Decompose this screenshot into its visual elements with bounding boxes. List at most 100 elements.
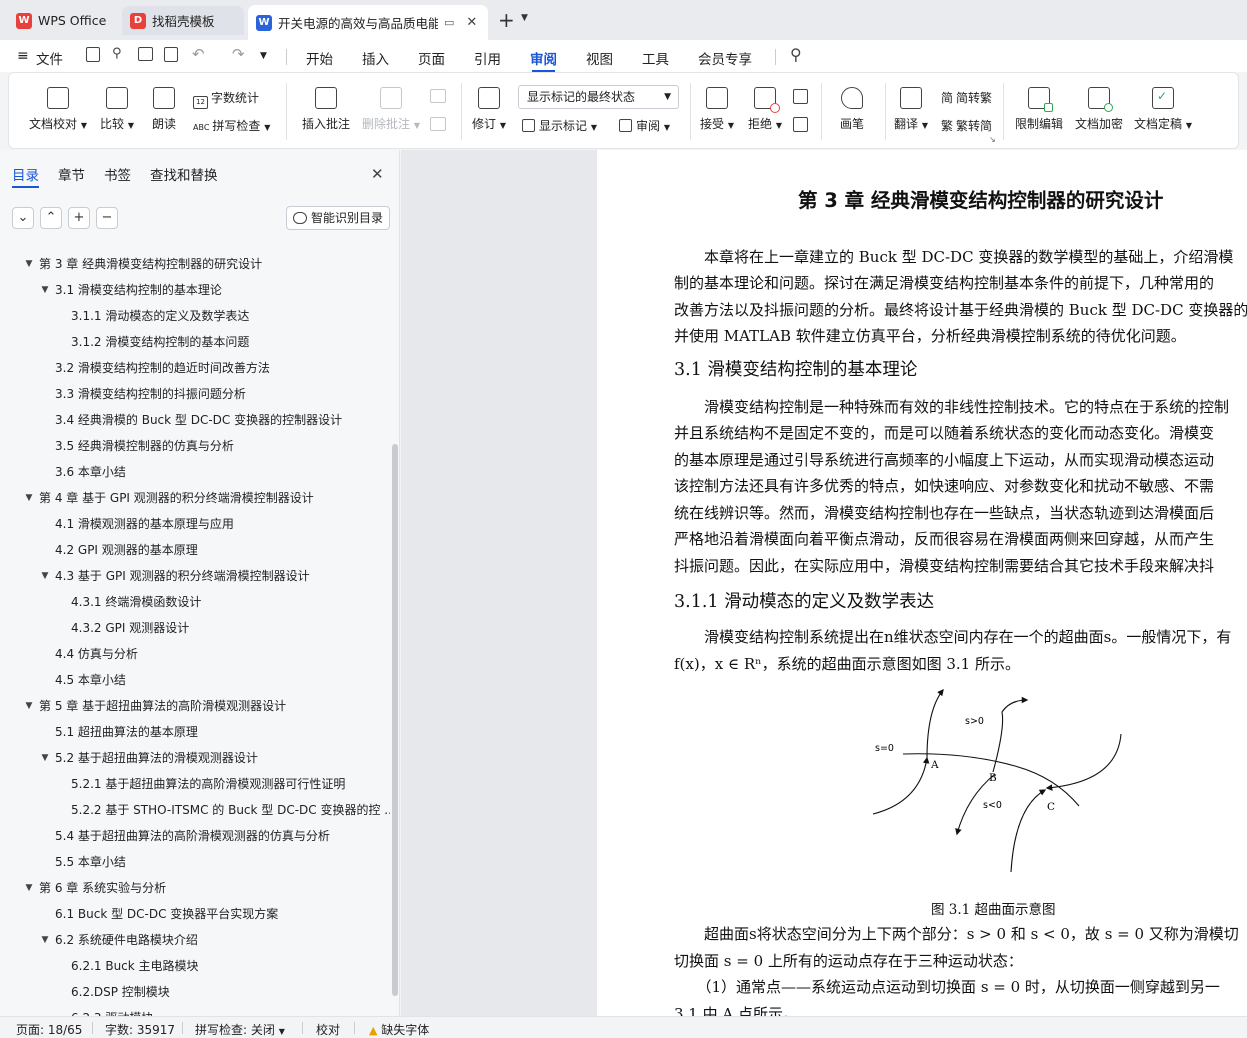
tab-find-replace[interactable]: 查找和替换 bbox=[150, 164, 218, 184]
tab-review[interactable]: 审阅 bbox=[530, 48, 557, 72]
tab-page[interactable]: 页面 bbox=[418, 48, 445, 68]
missing-font-indicator[interactable]: ▲ 缺失字体 bbox=[369, 1021, 429, 1038]
to-traditional-button[interactable]: 简简转繁 bbox=[941, 89, 992, 106]
tab-insert[interactable]: 插入 bbox=[362, 48, 389, 68]
tab-home[interactable]: 开始 bbox=[306, 48, 333, 68]
delete-comment-button[interactable]: 删除批注 ▼ bbox=[361, 87, 421, 132]
prev-change-icon[interactable] bbox=[793, 89, 808, 104]
word-count-indicator[interactable]: 字数: 35917 bbox=[105, 1021, 175, 1038]
track-changes-button[interactable]: 修订 ▼ bbox=[471, 87, 507, 132]
to-simplified-button[interactable]: 繁繁转简 bbox=[941, 117, 992, 134]
tab-wps-office[interactable]: W WPS Office bbox=[8, 6, 116, 35]
undo-icon[interactable]: ↶ bbox=[192, 45, 205, 63]
next-comment-icon[interactable] bbox=[430, 117, 446, 131]
expand-arrow-icon[interactable]: ▼ bbox=[24, 693, 34, 719]
add-toc-item-button[interactable]: + bbox=[68, 207, 90, 229]
expand-all-button[interactable]: ⌃ bbox=[40, 207, 62, 229]
expand-arrow-icon[interactable]: ▼ bbox=[24, 485, 34, 511]
new-tab-button[interactable]: + bbox=[498, 8, 515, 32]
read-aloud-button[interactable]: 朗读 bbox=[149, 87, 179, 132]
toc-item[interactable]: ▼ 第 6 章 系统实验与分析 bbox=[0, 875, 390, 901]
toc-item[interactable]: 3.1.1 滑动模态的定义及数学表达 bbox=[0, 303, 390, 329]
smart-toc-button[interactable]: 智能识别目录 bbox=[286, 206, 390, 230]
spell-check-status[interactable]: 拼写检查: 关闭 ▼ bbox=[195, 1021, 285, 1038]
toc-item[interactable]: 6.1 Buck 型 DC-DC 变换器平台实现方案 bbox=[0, 901, 390, 927]
expand-arrow-icon[interactable]: ▼ bbox=[24, 875, 34, 901]
toc-item[interactable]: 5.2.2 基于 STHO-ITSMC 的 Buck 型 DC-DC 变换器的控… bbox=[0, 797, 390, 823]
file-menu[interactable]: 文件 bbox=[36, 48, 63, 68]
save-icon[interactable] bbox=[86, 47, 100, 62]
tab-references[interactable]: 引用 bbox=[474, 48, 501, 68]
expand-arrow-icon[interactable]: ▼ bbox=[40, 277, 50, 303]
proof-status[interactable]: 校对 bbox=[316, 1021, 340, 1038]
expand-arrow-icon[interactable]: ▼ bbox=[24, 251, 34, 277]
translate-button[interactable]: 翻译 ▼ bbox=[893, 87, 929, 132]
finalize-button[interactable]: ✓ 文档定稿 ▼ bbox=[1133, 87, 1193, 132]
document-page[interactable]: 第 3 章 经典滑模变结构控制器的研究设计 本章将在上一章建立的 Buck 型 … bbox=[597, 150, 1247, 1016]
review-pane-button[interactable]: 审阅 ▼ bbox=[619, 117, 670, 134]
toc-item[interactable]: 3.2 滑模变结构控制的趋近时间改善方法 bbox=[0, 355, 390, 381]
toc-item[interactable]: 4.3.1 终端滑模函数设计 bbox=[0, 589, 390, 615]
expand-arrow-icon[interactable]: ▼ bbox=[40, 563, 50, 589]
print-icon[interactable] bbox=[138, 47, 153, 61]
toc-item[interactable]: ▼ 3.1 滑模变结构控制的基本理论 bbox=[0, 277, 390, 303]
tab-chapters[interactable]: 章节 bbox=[58, 164, 85, 184]
toc-item[interactable]: 4.1 滑模观测器的基本原理与应用 bbox=[0, 511, 390, 537]
tab-view[interactable]: 视图 bbox=[586, 48, 613, 68]
next-change-icon[interactable] bbox=[793, 117, 808, 132]
toc-item[interactable]: ▼ 5.2 基于超扭曲算法的滑模观测器设计 bbox=[0, 745, 390, 771]
hamburger-icon[interactable]: ≡ bbox=[17, 48, 29, 64]
toc-item[interactable]: 5.4 基于超扭曲算法的高阶滑模观测器的仿真与分析 bbox=[0, 823, 390, 849]
toc-item[interactable]: 4.5 本章小结 bbox=[0, 667, 390, 693]
tab-docer-templates[interactable]: D 找稻壳模板 bbox=[122, 6, 244, 35]
scrollbar[interactable] bbox=[392, 444, 398, 996]
prev-comment-icon[interactable] bbox=[430, 89, 446, 103]
toc-item[interactable]: 4.4 仿真与分析 bbox=[0, 641, 390, 667]
encrypt-button[interactable]: 文档加密 bbox=[1073, 87, 1125, 132]
chevron-down-icon[interactable]: ▼ bbox=[260, 51, 267, 61]
toc-item[interactable]: 4.2 GPI 观测器的基本原理 bbox=[0, 537, 390, 563]
toc-item[interactable]: ▼ 4.3 基于 GPI 观测器的积分终端滑模控制器设计 bbox=[0, 563, 390, 589]
reject-button[interactable]: 拒绝 ▼ bbox=[747, 87, 783, 132]
toc-item[interactable]: 3.3 滑模变结构控制的抖振问题分析 bbox=[0, 381, 390, 407]
spell-check-button[interactable]: ABC 拼写检查 ▼ bbox=[193, 117, 270, 134]
tab-tools[interactable]: 工具 bbox=[642, 48, 669, 68]
tab-current-document[interactable]: W 开关电源的高效与高品质电能 ▭ ✕ bbox=[248, 5, 488, 40]
print-preview-icon[interactable] bbox=[164, 47, 178, 62]
display-mode-select[interactable]: 显示标记的最终状态 ▼ bbox=[518, 85, 679, 109]
toc-item[interactable]: 6.2.1 Buck 主电路模块 bbox=[0, 953, 390, 979]
chevron-down-icon[interactable]: ▼ bbox=[521, 13, 528, 23]
toc-item[interactable]: 5.1 超扭曲算法的基本原理 bbox=[0, 719, 390, 745]
toc-item[interactable]: ▼ 第 5 章 基于超扭曲算法的高阶滑模观测器设计 bbox=[0, 693, 390, 719]
page-indicator[interactable]: 页面: 18/65 bbox=[16, 1021, 82, 1038]
close-icon[interactable]: ✕ bbox=[371, 165, 384, 183]
toc-item[interactable]: 3.5 经典滑模控制器的仿真与分析 bbox=[0, 433, 390, 459]
toc-item[interactable]: 4.3.2 GPI 观测器设计 bbox=[0, 615, 390, 641]
toc-item[interactable]: 3.4 经典滑模的 Buck 型 DC-DC 变换器的控制器设计 bbox=[0, 407, 390, 433]
tab-toc[interactable]: 目录 bbox=[12, 164, 39, 188]
toc-item[interactable]: 6.2.DSP 控制模块 bbox=[0, 979, 390, 1005]
accept-button[interactable]: 接受 ▼ bbox=[699, 87, 735, 132]
search-icon[interactable]: ⚲ bbox=[790, 45, 802, 64]
redo-icon[interactable]: ↷ bbox=[232, 45, 245, 63]
toc-item[interactable]: 3.6 本章小结 bbox=[0, 459, 390, 485]
toc-item[interactable]: 5.5 本章小结 bbox=[0, 849, 390, 875]
toc-item[interactable]: ▼ 第 4 章 基于 GPI 观测器的积分终端滑模控制器设计 bbox=[0, 485, 390, 511]
close-tab-icon[interactable]: ✕ bbox=[466, 15, 477, 30]
expand-icon[interactable]: ↘ bbox=[989, 135, 996, 144]
expand-arrow-icon[interactable]: ▼ bbox=[40, 927, 50, 953]
expand-arrow-icon[interactable]: ▼ bbox=[40, 745, 50, 771]
toc-item[interactable]: ▼ 第 3 章 经典滑模变结构控制器的研究设计 bbox=[0, 251, 390, 277]
remove-toc-item-button[interactable]: − bbox=[96, 207, 118, 229]
insert-comment-button[interactable]: 插入批注 bbox=[301, 87, 351, 132]
tab-bookmarks[interactable]: 书签 bbox=[104, 164, 131, 184]
compare-button[interactable]: 比较 ▼ bbox=[99, 87, 135, 132]
word-count-button[interactable]: 12 字数统计 bbox=[193, 89, 259, 109]
share-icon[interactable]: ⚲ bbox=[112, 46, 122, 61]
doc-proof-button[interactable]: 文档校对 ▼ bbox=[29, 87, 87, 132]
pen-button[interactable]: 画笔 bbox=[835, 87, 869, 132]
toc-item[interactable]: 3.1.2 滑模变结构控制的基本问题 bbox=[0, 329, 390, 355]
toc-item[interactable]: ▼ 6.2 系统硬件电路模块介绍 bbox=[0, 927, 390, 953]
toc-item[interactable]: 5.2.1 基于超扭曲算法的高阶滑模观测器可行性证明 bbox=[0, 771, 390, 797]
collapse-all-button[interactable]: ⌄ bbox=[12, 207, 34, 229]
